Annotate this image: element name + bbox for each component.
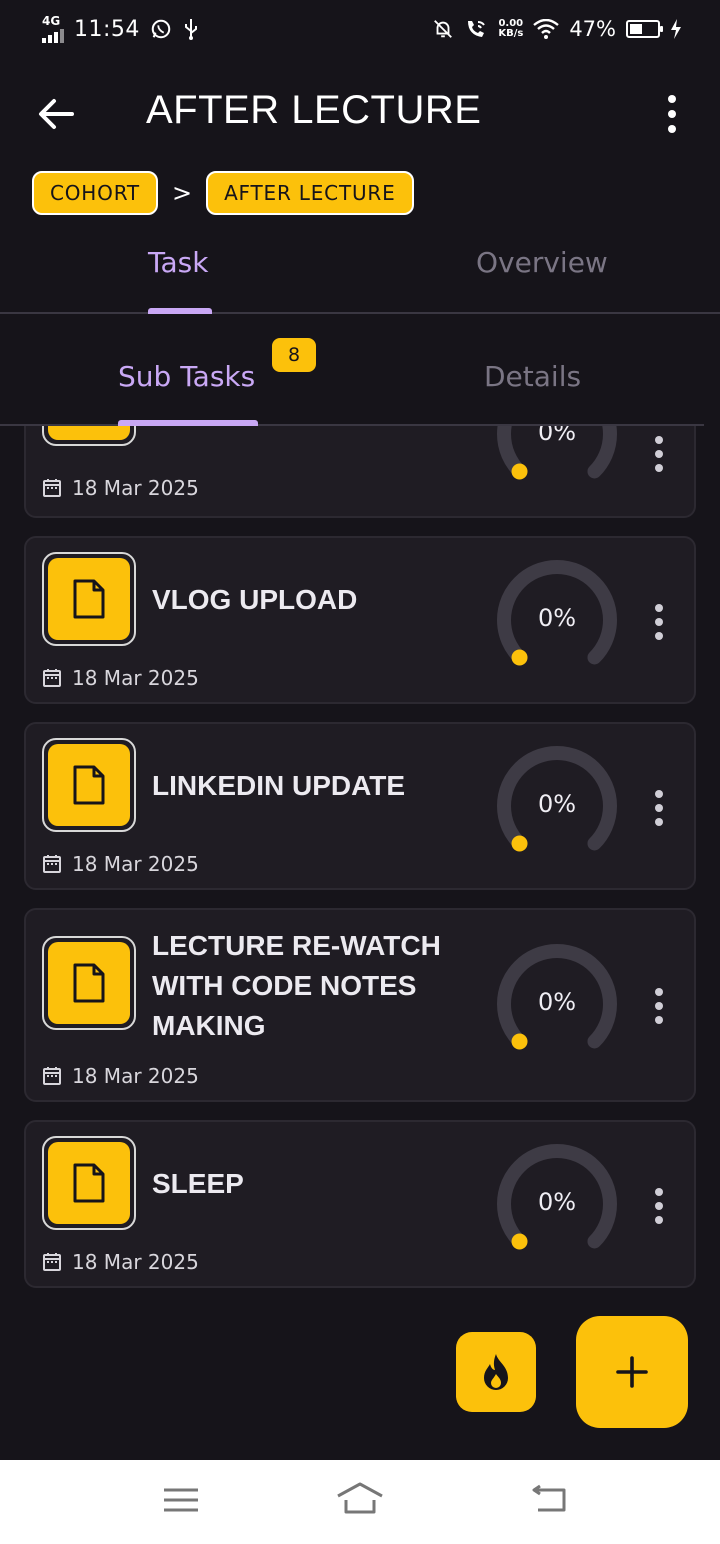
more-vertical-icon[interactable] [652,434,666,474]
task-card[interactable]: LINKEDIN UPDATE 0% 18 Mar 2025 [24,722,696,890]
calendar-icon [43,1067,61,1085]
breadcrumb-separator: > [171,179,193,207]
page-title: AFTER LECTURE [146,88,482,132]
sub-tab-indicator [118,420,258,426]
task-date-text: 18 Mar 2025 [72,666,199,690]
task-icon-box [42,552,136,646]
document-icon [73,963,105,1003]
breadcrumb-item-after-lecture[interactable]: AFTER LECTURE [206,171,414,215]
battery-percent: 47% [569,17,616,41]
usb-icon [184,19,197,40]
task-date: 18 Mar 2025 [42,1064,199,1088]
more-vertical-icon[interactable] [652,1186,666,1226]
network-type: 4G [42,14,61,28]
progress-text: 0% [537,988,577,1016]
back-arrow-icon[interactable] [36,94,76,134]
calendar-icon [43,1253,61,1271]
tab-task[interactable]: Task [148,246,208,279]
whatsapp-icon [151,19,171,39]
task-icon-box [42,426,136,446]
progress-text: 0% [537,1188,577,1216]
progress-indicator [511,463,528,480]
mute-bell-icon [434,20,453,38]
status-time: 11:54 [74,16,140,42]
calendar-icon [43,855,61,873]
charging-icon [671,19,681,39]
progress-ring: 0% [494,944,620,1064]
progress-ring: 0% [494,1144,620,1264]
cellular-signal-icon: 4G [42,15,64,43]
home-icon[interactable] [335,1480,385,1520]
progress-indicator [511,649,528,666]
status-left: 4G 11:54 [42,15,200,43]
progress-indicator [511,1033,528,1050]
document-icon [73,1163,105,1203]
progress-indicator [511,1233,528,1250]
task-title: LINKEDIN UPDATE [152,770,406,801]
task-date: 18 Mar 2025 [42,852,199,876]
task-title: SLEEP [152,1168,244,1199]
status-right: 0.00 KB/s 47% [432,17,682,41]
app-header: AFTER LECTURE [0,80,720,146]
wifi-call-icon [468,21,486,37]
task-card[interactable]: SLEEP 0% 18 Mar 2025 [24,1120,696,1288]
task-date-text: 18 Mar 2025 [72,1064,199,1088]
progress-ring: 0% [494,746,620,866]
progress-indicator [511,835,528,852]
system-nav-bar [0,1460,720,1544]
document-icon [73,579,105,619]
task-title-line: MAKING [152,1010,266,1041]
calendar-icon [43,479,61,497]
task-icon-box [42,1136,136,1230]
battery-icon [626,20,663,38]
progress-text: 0% [537,604,577,632]
task-card[interactable]: 0% 18 Mar 2025 [24,426,696,518]
task-date-text: 18 Mar 2025 [72,1250,199,1274]
task-date-text: 18 Mar 2025 [72,852,199,876]
wifi-icon [533,19,560,39]
task-date: 18 Mar 2025 [42,666,199,690]
status-bar: 4G 11:54 0.00 KB/s 47% [0,0,720,58]
task-title-line: WITH CODE NOTES [152,970,417,1001]
progress-ring: 0% [494,560,620,680]
menu-icon[interactable] [156,1480,206,1520]
document-icon [73,765,105,805]
task-card[interactable]: VLOG UPLOAD 0% 18 Mar 2025 [24,536,696,704]
progress-text: 0% [537,790,577,818]
task-list[interactable]: 0% 18 Mar 2025 VLOG UPLOAD 0% 18 Mar 202… [0,426,720,1306]
task-title: VLOG UPLOAD [152,584,358,615]
flame-icon [484,1354,508,1390]
plus-icon [616,1356,648,1388]
more-vertical-icon[interactable] [660,94,684,134]
task-icon-box [42,936,136,1030]
sub-tabs: Sub Tasks 8 Details [0,316,704,426]
breadcrumb: COHORT > AFTER LECTURE [32,171,414,215]
tab-indicator [148,308,212,314]
progress-ring: 0% [494,426,620,494]
streak-button[interactable] [456,1332,536,1412]
task-title: LECTURE RE-WATCH WITH CODE NOTES MAKING [152,926,452,1046]
task-date: 18 Mar 2025 [42,1250,199,1274]
task-date: 18 Mar 2025 [42,476,199,500]
breadcrumb-item-cohort[interactable]: COHORT [32,171,158,215]
tab-details[interactable]: Details [484,360,581,393]
task-card[interactable]: LECTURE RE-WATCH WITH CODE NOTES MAKING … [24,908,696,1102]
add-task-button[interactable] [576,1316,688,1428]
task-icon-box [42,738,136,832]
calendar-icon [43,669,61,687]
more-vertical-icon[interactable] [652,602,666,642]
network-speed: 0.00 KB/s [498,18,524,39]
progress-text: 0% [537,426,577,446]
task-title-line: LECTURE RE-WATCH [152,930,441,961]
tab-overview[interactable]: Overview [476,246,608,279]
back-icon[interactable] [524,1480,574,1520]
more-vertical-icon[interactable] [652,788,666,828]
main-tabs: Task Overview [0,230,720,314]
subtask-count-badge: 8 [270,336,318,374]
more-vertical-icon[interactable] [652,986,666,1026]
tab-sub-tasks[interactable]: Sub Tasks [118,360,255,393]
task-date-text: 18 Mar 2025 [72,476,199,500]
